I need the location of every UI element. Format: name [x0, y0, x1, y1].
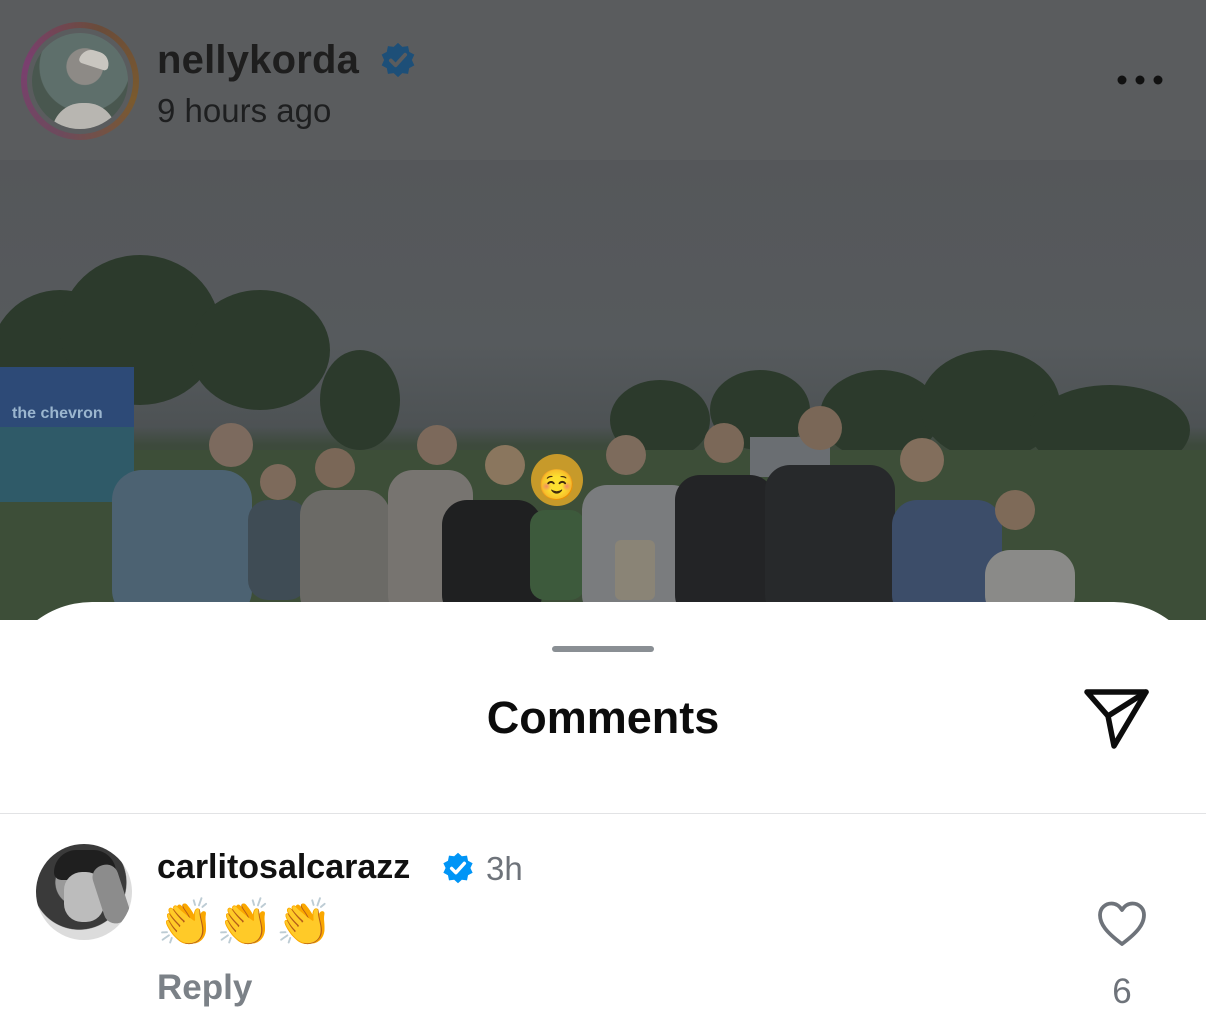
- sheet-drag-handle[interactable]: [552, 646, 654, 652]
- post-timestamp: 9 hours ago: [157, 92, 332, 129]
- verified-badge-icon: [381, 42, 415, 78]
- reply-button[interactable]: Reply: [157, 968, 252, 1008]
- divider: [0, 813, 1206, 814]
- story-avatar-ring[interactable]: [21, 22, 139, 140]
- comment-username[interactable]: carlitosalcarazz: [157, 848, 410, 887]
- post-header: nellykorda 9 hours ago: [0, 0, 1206, 160]
- post-username[interactable]: nellykorda: [157, 38, 359, 83]
- like-count: 6: [1112, 972, 1132, 1011]
- comment-timestamp: 3h: [486, 850, 523, 887]
- more-options-icon[interactable]: [1112, 68, 1168, 92]
- banner-text: the chevron: [12, 405, 103, 422]
- emoji-sticker: ☺️: [538, 468, 575, 502]
- share-send-icon[interactable]: [1082, 686, 1152, 750]
- heart-icon[interactable]: [1096, 900, 1148, 948]
- comments-sheet: Comments carlitosalcarazz 3h 👏👏👏 Reply 6: [0, 602, 1206, 1018]
- comment-text: 👏👏👏: [157, 896, 335, 948]
- profile-avatar[interactable]: [32, 33, 128, 129]
- sheet-title: Comments: [486, 692, 720, 743]
- comment-avatar[interactable]: [36, 844, 132, 940]
- photo-scene: the chevron ☺️: [0, 255, 1206, 620]
- verified-badge-icon: [443, 852, 473, 884]
- post-photo[interactable]: the chevron ☺️: [0, 160, 1206, 620]
